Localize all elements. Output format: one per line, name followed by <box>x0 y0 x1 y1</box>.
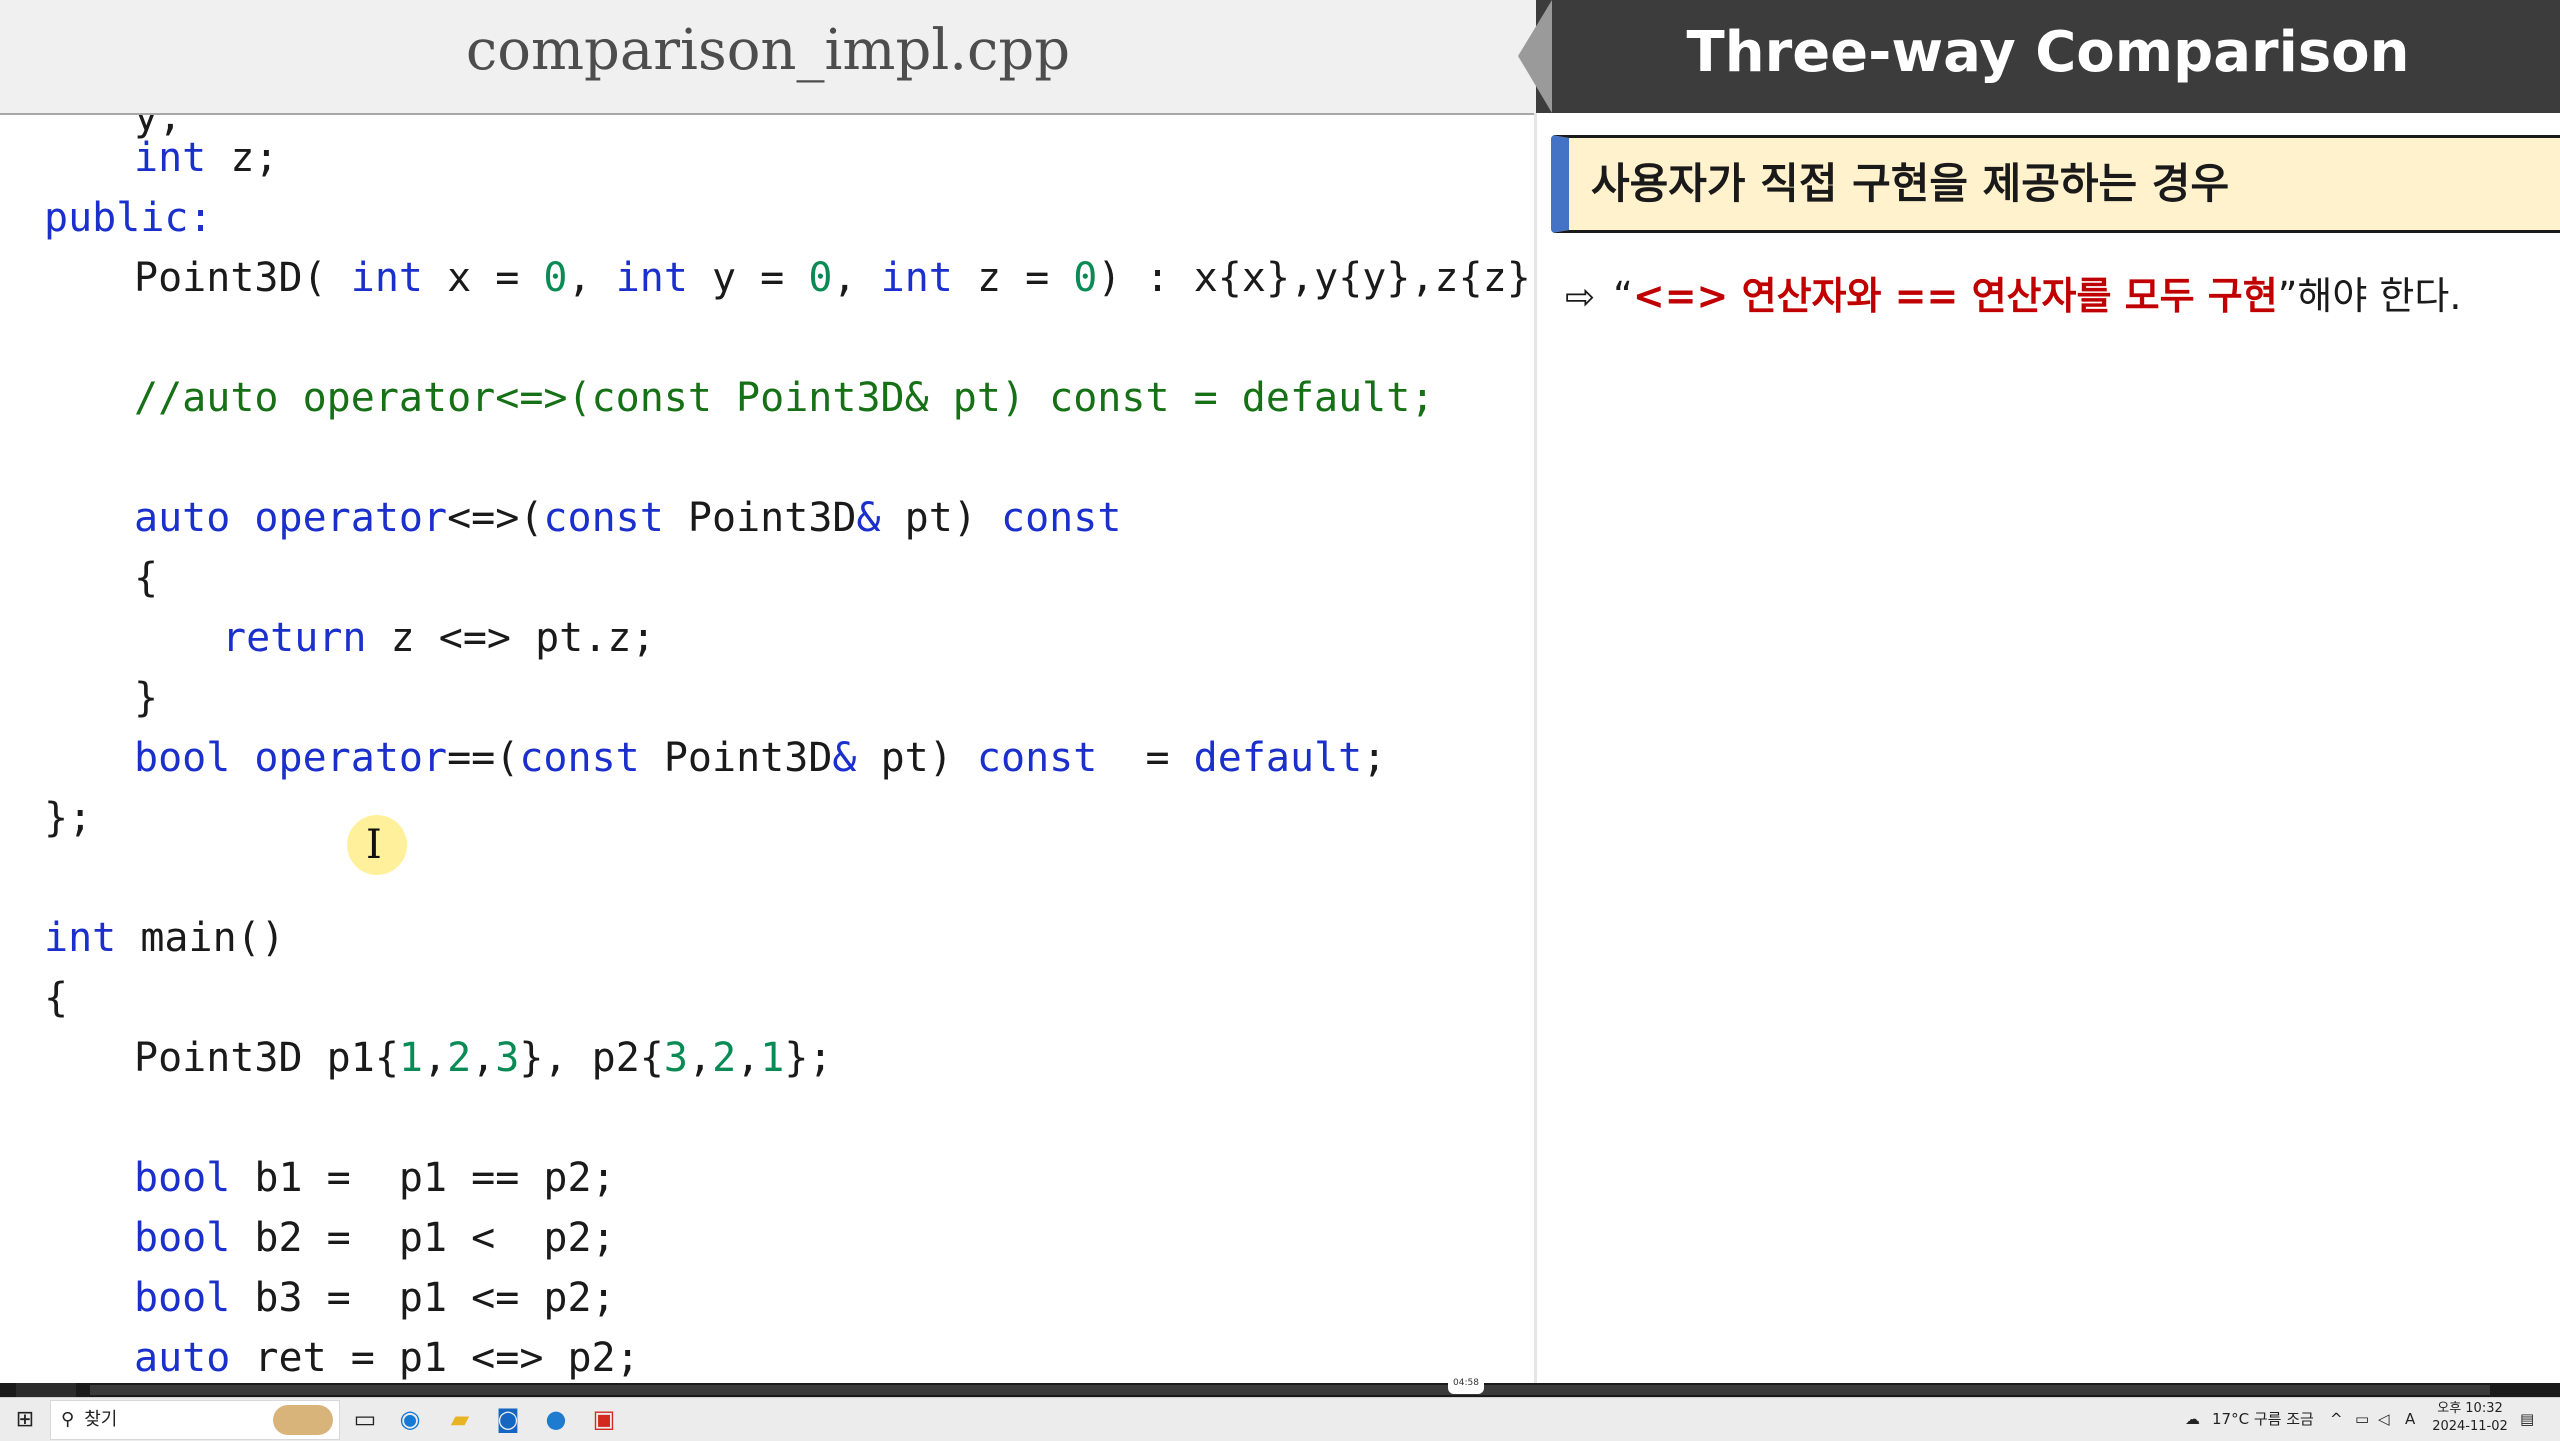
weather-text[interactable]: 17°C 구름 조금 <box>2212 1398 2314 1441</box>
callout-text: 사용자가 직접 구현을 제공하는 경우 <box>1591 159 2230 208</box>
emphasis-text: <=> 연산자와 == 연산자를 모두 구현 <box>1632 274 2278 318</box>
outlook-icon[interactable]: ◙ <box>488 1398 528 1441</box>
notification-icon[interactable]: ▤ <box>2520 1398 2534 1441</box>
code-line: }; <box>44 795 93 841</box>
code-line: bool b3 = p1 <= p2; <box>134 1275 616 1321</box>
code-line: { <box>44 975 69 1021</box>
acrobat-icon[interactable]: ▣ <box>584 1398 624 1441</box>
file-name-title: comparison_impl.cpp <box>465 18 1071 83</box>
text-cursor-icon: I <box>366 822 382 868</box>
code-line: auto operator<=>(const Point3D& pt) cons… <box>134 495 1122 541</box>
weather-icon[interactable]: ☁ <box>2185 1398 2200 1441</box>
edge-browser-icon[interactable]: ◉ <box>390 1398 430 1441</box>
editor-header: comparison_impl.cpp <box>0 0 1536 115</box>
code-line: } <box>134 675 159 721</box>
chevron-up-icon[interactable]: ^ <box>2330 1398 2343 1441</box>
slide-pane: 사용자가 직접 구현을 제공하는 경우 ⇨ “<=> 연산자와 == 연산자를 모… <box>1537 115 2560 1385</box>
ime-indicator[interactable]: A <box>2405 1398 2415 1441</box>
code-line: Point3D p1{1,2,3}, p2{3,2,1}; <box>134 1035 833 1081</box>
code-comment-line: //auto operator<=>(const Point3D& pt) co… <box>134 375 1435 421</box>
code-line: int main() <box>44 915 285 961</box>
code-line: return z <=> pt.z; <box>222 615 656 661</box>
taskbar: ⊞ ⚲ 찾기 ▭ ◉ ▰ ◙ ● ▣ ☁ 17°C 구름 조금 ^ ▭ ◁ A ▤ <box>0 1397 2560 1441</box>
code-line: { <box>134 555 159 601</box>
code-line: auto ret = p1 <=> p2; <box>134 1335 640 1381</box>
volume-icon[interactable]: ◁ <box>2378 1398 2390 1441</box>
windows-start-icon[interactable]: ⊞ <box>10 1398 40 1441</box>
search-placeholder: 찾기 <box>84 1409 118 1430</box>
file-explorer-icon[interactable]: ▰ <box>440 1398 480 1441</box>
search-icon: ⚲ <box>61 1409 75 1430</box>
code-editor[interactable]: y; int z; public: Point3D( int x = 0, in… <box>0 115 1534 1385</box>
code-line: public: <box>44 195 213 241</box>
task-view-icon[interactable]: ▭ <box>345 1398 385 1441</box>
code-line: bool b1 = p1 == p2; <box>134 1155 616 1201</box>
video-timestamp[interactable]: 04:58 <box>1448 1372 1484 1394</box>
code-line: Point3D( int x = 0, int y = 0, int z = 0… <box>134 255 1531 301</box>
slide-title: Three-way Comparison <box>1686 20 2410 85</box>
code-line: int z; <box>134 135 279 181</box>
header-divider-arrow-icon <box>1518 0 1552 113</box>
taskbar-clock[interactable]: 오후 10:32 2024-11-02 <box>2420 1400 2520 1436</box>
video-progress-track[interactable] <box>90 1385 2490 1395</box>
app-icon[interactable]: ● <box>536 1398 576 1441</box>
network-icon[interactable]: ▭ <box>2355 1398 2369 1441</box>
clock-time: 오후 10:32 <box>2437 1401 2503 1416</box>
code-line: bool operator==(const Point3D& pt) const… <box>134 735 1387 781</box>
callout-box: 사용자가 직접 구현을 제공하는 경우 <box>1551 135 2560 233</box>
clock-date: 2024-11-02 <box>2432 1419 2508 1434</box>
bullet-text: ⇨ “<=> 연산자와 == 연산자를 모두 구현”해야 한다. <box>1565 274 2462 318</box>
play-button[interactable] <box>16 1383 76 1397</box>
code-line: bool b2 = p1 < p2; <box>134 1215 616 1261</box>
search-highlight-image <box>273 1405 333 1435</box>
slide-header: Three-way Comparison <box>1536 0 2560 113</box>
arrow-right-outline-icon: ⇨ <box>1565 277 1596 318</box>
taskbar-search-box[interactable]: ⚲ 찾기 <box>50 1400 340 1440</box>
